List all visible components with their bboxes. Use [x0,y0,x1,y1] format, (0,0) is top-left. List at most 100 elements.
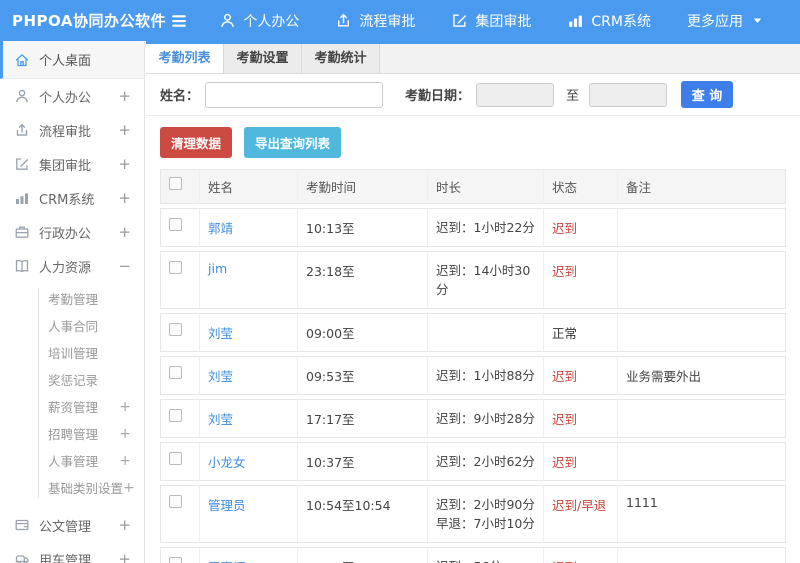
duration-line: 迟到：9小时28分 [436,411,535,426]
sidebar-subitem[interactable]: 基础类别设置 + [0,475,144,502]
clean-data-button[interactable]: 清理数据 [160,127,233,158]
employee-name-link[interactable]: jim [208,261,227,276]
expand-plus-icon[interactable]: + [118,189,131,207]
expand-plus-icon[interactable]: + [118,550,131,563]
expand-plus-icon[interactable]: + [118,87,131,105]
nav-item-chart[interactable]: CRM系统 [567,11,651,31]
tab-考勤设置[interactable]: 考勤设置 [224,44,302,73]
nav-item-user[interactable]: 个人办公 [219,11,299,31]
sidebar-item[interactable]: 集团审批 + [0,147,144,181]
sidebar-subitem[interactable]: 人事合同 [0,313,144,340]
sidebar-subitem[interactable]: 薪资管理 + [0,394,144,421]
briefcase-icon [14,224,30,240]
cell-status: 迟到 [544,399,618,438]
nav-item-flow[interactable]: 流程审批 [335,11,415,31]
tab-考勤统计[interactable]: 考勤统计 [302,44,380,73]
nav-item-more[interactable]: 更多应用 [687,11,764,31]
sidebar-item[interactable]: 个人桌面 [0,41,144,79]
cell-status: 迟到 [544,547,618,563]
edit-icon [14,156,30,172]
chart-icon [14,190,30,206]
status-badge: 迟到 [552,264,578,279]
sidebar-subitem-label: 考勤管理 [48,292,99,307]
employee-name-link[interactable]: 小龙女 [208,455,246,470]
expand-plus-icon[interactable]: + [119,421,131,448]
cell-note: 业务需要外出 [618,356,786,395]
select-all-checkbox[interactable] [169,177,182,190]
name-input[interactable] [205,81,384,108]
row-checkbox-cell [160,547,200,563]
row-checkbox[interactable] [169,557,182,563]
cell-duration: 迟到：56分 [428,547,544,563]
sidebar-subitem[interactable]: 考勤管理 [0,286,144,313]
sidebar-item-label: 人力资源 [39,260,92,276]
row-checkbox[interactable] [169,409,182,422]
row-checkbox[interactable] [169,366,182,379]
nav-item-label: 更多应用 [687,13,743,30]
sidebar-item[interactable]: 公文管理 + [0,508,144,542]
employee-name-link[interactable]: 管理员 [208,498,246,513]
expand-plus-icon[interactable]: + [123,475,135,502]
employee-name-link[interactable]: 刘莹 [208,412,233,427]
employee-name-link[interactable]: 郭靖 [208,221,233,236]
action-bar: 清理数据 导出查询列表 [146,116,800,165]
date-to-input[interactable] [589,82,668,107]
sidebar-subitem-label: 基础类别设置 [48,481,124,496]
nav-item-label: 个人办公 [243,13,300,30]
row-checkbox[interactable] [169,323,182,336]
expand-plus-icon[interactable]: + [119,448,131,475]
car-icon [14,551,30,563]
sidebar-item[interactable]: 流程审批 + [0,113,144,147]
sidebar-item[interactable]: 个人办公 + [0,79,144,113]
row-checkbox[interactable] [169,261,182,274]
sidebar-item-label: 个人办公 [39,90,92,106]
duration-line: 迟到：2小时90分 [436,497,535,512]
employee-name-link[interactable]: 刘莹 [208,326,233,341]
chart-icon [567,12,584,29]
sidebar-subitem[interactable]: 招聘管理 + [0,421,144,448]
cell-note: 1111 [618,485,786,543]
nav-item-label: 集团审批 [475,13,532,30]
sidebar-item[interactable]: 人力资源 − [0,249,144,283]
sidebar-subitem-label: 培训管理 [48,346,99,361]
date-from-input[interactable] [476,82,555,107]
sidebar: 个人桌面 个人办公 + 流程审批 + 集团审批 + CRM系统 + 行政办公 + 人力资源 − 考勤管理人… [0,41,145,563]
employee-name-link[interactable]: 刘莹 [208,369,233,384]
hamburger-menu-icon[interactable] [169,11,189,31]
table-row: jim 23:18至 迟到：14小时30分 迟到 [160,251,786,309]
cell-duration: 迟到：1小时22分 [428,208,544,247]
row-checkbox[interactable] [169,495,182,508]
search-button[interactable]: 查 询 [681,81,734,108]
duration-line: 迟到：1小时88分 [436,368,535,383]
cell-attendance-time: 10:13至 [298,208,428,247]
cell-note [618,251,786,309]
cell-duration: 迟到：1小时88分 [428,356,544,395]
edit-icon [451,12,468,29]
expand-plus-icon[interactable]: + [118,121,131,139]
sidebar-subitem-label: 招聘管理 [48,427,99,442]
sidebar-item[interactable]: 行政办公 + [0,215,144,249]
sidebar-item-label: 集团审批 [39,158,92,174]
row-checkbox[interactable] [169,452,182,465]
duration-line: 迟到：2小时62分 [436,454,535,469]
duration-line: 早退：7小时10分 [436,516,535,531]
export-list-button[interactable]: 导出查询列表 [244,127,342,158]
row-checkbox[interactable] [169,218,182,231]
filter-bar: 姓名： 考勤日期： 至 查 询 [146,74,800,116]
expand-plus-icon[interactable]: + [119,394,131,421]
expand-plus-icon[interactable]: + [118,516,131,534]
nav-item-edit[interactable]: 集团审批 [451,11,531,31]
tab-考勤列表[interactable]: 考勤列表 [146,44,224,73]
sidebar-item-label: 公文管理 [39,519,92,535]
attendance-table-wrap: 姓名 考勤时间 时长 状态 备注 郭靖 10:13至 迟到：1小时22分 迟到 jim 23:18… [146,165,800,563]
expand-plus-icon[interactable]: + [118,223,131,241]
sidebar-subitem[interactable]: 奖惩记录 [0,367,144,394]
tab-bar: 考勤列表 考勤设置 考勤统计 [146,44,800,74]
expand-plus-icon[interactable]: + [118,155,131,173]
header-checkbox-cell [160,169,200,204]
sidebar-subitem[interactable]: 培训管理 [0,340,144,367]
collapse-minus-icon[interactable]: − [118,257,131,275]
sidebar-item[interactable]: 用车管理 + [0,542,144,563]
sidebar-subitem[interactable]: 人事管理 + [0,448,144,475]
sidebar-item[interactable]: CRM系统 + [0,181,144,215]
